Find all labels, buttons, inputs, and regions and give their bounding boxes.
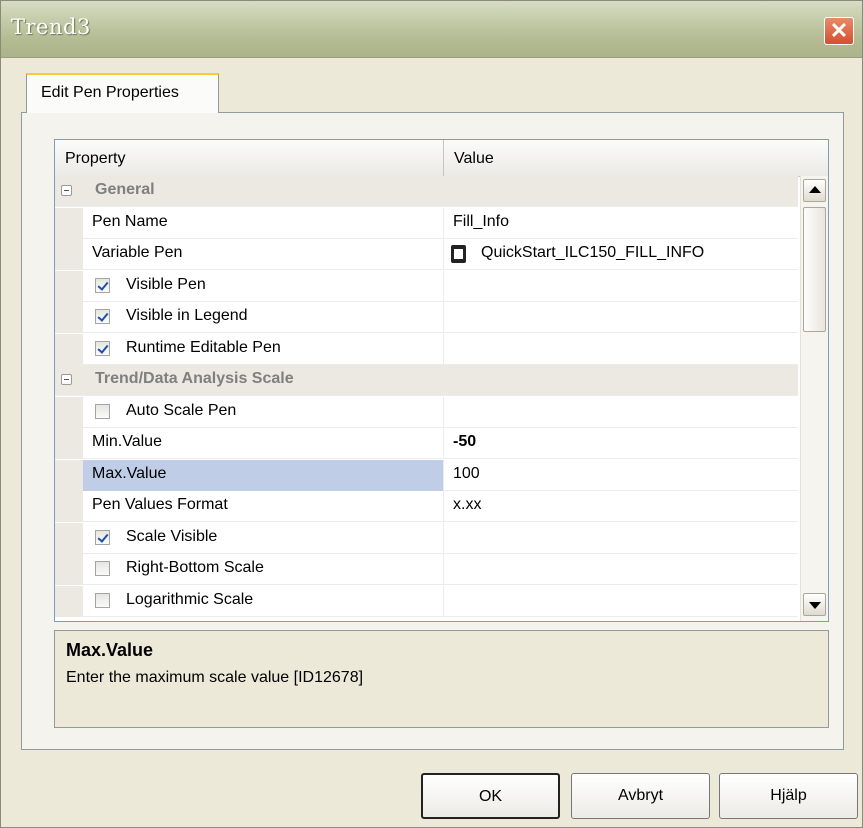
row-gutter (55, 554, 83, 585)
property-checkbox[interactable] (95, 592, 110, 608)
property-row[interactable]: Max.Value 100 (55, 459, 798, 491)
cell-divider (443, 207, 444, 239)
row-gutter (55, 459, 83, 491)
property-row[interactable]: Visible in Legend (55, 302, 798, 333)
row-gutter (55, 270, 83, 302)
property-checkbox[interactable] (95, 340, 110, 356)
property-row[interactable]: Runtime Editable Pen (55, 333, 798, 365)
cell-divider (443, 522, 444, 554)
dialog-window: Trend3 ✕ Edit Pen Properties Property Va… (0, 0, 863, 828)
category-row[interactable]: Trend/Data Analysis Scale (55, 365, 798, 396)
cell-divider (443, 302, 444, 333)
property-row[interactable]: Scale Visible (55, 522, 798, 554)
property-row[interactable]: Right-Bottom Scale (55, 554, 798, 585)
grid-header: Property Value (55, 140, 828, 177)
property-checkbox[interactable] (95, 403, 110, 419)
cancel-label: Avbryt (617, 787, 664, 804)
cell-divider (443, 239, 444, 270)
property-row[interactable]: Visible Pen (55, 270, 798, 302)
ok-button[interactable]: OK (421, 773, 560, 819)
row-gutter (55, 428, 83, 459)
scroll-thumb[interactable] (803, 207, 826, 332)
cell-divider (443, 554, 444, 585)
vertical-scrollbar[interactable] (800, 176, 828, 621)
property-row[interactable]: Variable Pen QuickStart_ILC150_FILL_INFO (55, 239, 798, 270)
row-gutter (55, 333, 83, 365)
row-gutter (55, 396, 83, 428)
cell-divider (443, 270, 444, 302)
property-value[interactable]: -50 (453, 433, 476, 451)
property-row[interactable]: Auto Scale Pen (55, 396, 798, 428)
arrow-up-icon (809, 186, 821, 193)
header-property[interactable]: Property (65, 150, 125, 168)
cell-divider (443, 459, 444, 491)
property-label: Pen Values Format (92, 496, 228, 513)
property-label: Variable Pen (92, 244, 183, 261)
property-label: Right-Bottom Scale (126, 559, 264, 576)
property-row[interactable]: Pen Values Format x.xx (55, 491, 798, 522)
property-row[interactable]: Logarithmic Scale (55, 585, 798, 617)
category-label: Trend/Data Analysis Scale (95, 370, 294, 387)
row-gutter (55, 207, 83, 239)
row-gutter (55, 585, 83, 617)
property-label: Runtime Editable Pen (126, 338, 281, 356)
cell-divider (443, 333, 444, 365)
property-checkbox[interactable] (95, 529, 110, 545)
property-label: Scale Visible (126, 527, 218, 545)
category-label: General (95, 181, 155, 198)
help-button[interactable]: Hjälp (719, 773, 858, 819)
property-checkbox[interactable] (95, 309, 110, 324)
row-gutter (55, 522, 83, 554)
title-bar[interactable]: Trend3 ✕ (1, 1, 862, 58)
property-label: Min.Value (92, 433, 162, 450)
collapse-toggle-icon[interactable] (61, 374, 72, 385)
property-grid: Property Value General Pen Name Fill_Info V… (54, 139, 829, 622)
header-value[interactable]: Value (454, 150, 494, 168)
cell-divider (443, 396, 444, 428)
collapse-toggle-icon[interactable] (61, 185, 72, 196)
property-value[interactable]: QuickStart_ILC150_FILL_INFO (481, 244, 704, 262)
cell-divider (443, 491, 444, 522)
property-checkbox[interactable] (95, 561, 110, 576)
category-row[interactable]: General (55, 176, 798, 207)
property-label: Max.Value (92, 464, 167, 482)
cell-divider (443, 428, 444, 459)
property-label: Pen Name (92, 212, 168, 230)
close-button[interactable]: ✕ (824, 17, 854, 45)
property-label: Logarithmic Scale (126, 590, 254, 608)
cell-divider (443, 585, 444, 617)
arrow-down-icon (809, 602, 821, 609)
property-checkbox[interactable] (95, 277, 110, 293)
column-splitter[interactable] (443, 140, 444, 176)
row-gutter (55, 239, 83, 270)
property-row[interactable]: Pen Name Fill_Info (55, 207, 798, 239)
property-label: Visible Pen (126, 275, 206, 293)
help-label: Hjälp (770, 787, 807, 804)
property-label: Visible in Legend (126, 307, 248, 324)
property-label: Auto Scale Pen (126, 401, 237, 419)
property-value[interactable]: x.xx (453, 496, 481, 514)
cancel-button[interactable]: Avbryt (571, 773, 710, 819)
scroll-up-button[interactable] (803, 179, 826, 202)
window-title: Trend3 (11, 15, 91, 39)
tab-edit-pen-properties[interactable]: Edit Pen Properties (26, 73, 219, 113)
variable-icon (451, 245, 466, 263)
help-panel: Max.Value Enter the maximum scale value … (54, 630, 829, 728)
row-gutter (55, 491, 83, 522)
close-icon: ✕ (829, 18, 849, 43)
tab-label: Edit Pen Properties (41, 84, 179, 101)
property-value[interactable]: Fill_Info (453, 213, 509, 231)
help-description: Enter the maximum scale value [ID12678] (66, 669, 364, 686)
property-row[interactable]: Min.Value -50 (55, 428, 798, 459)
ok-label: OK (478, 788, 503, 805)
row-gutter (55, 302, 83, 333)
scroll-down-button[interactable] (803, 593, 826, 616)
property-value[interactable]: 100 (453, 465, 480, 483)
help-title: Max.Value (66, 640, 154, 660)
